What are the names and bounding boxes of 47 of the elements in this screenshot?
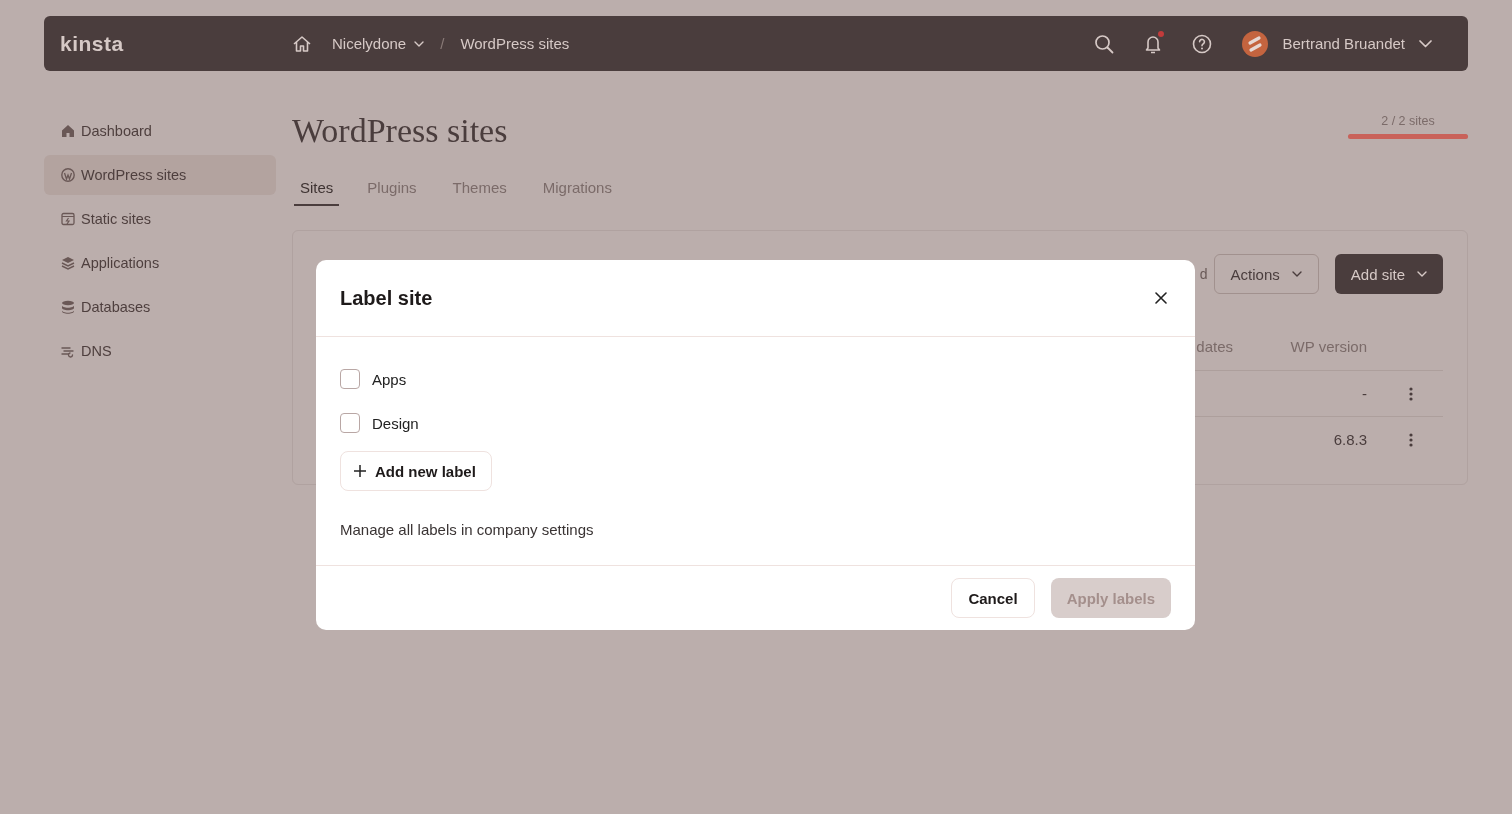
home-icon bbox=[61, 124, 75, 138]
checkbox[interactable] bbox=[340, 369, 360, 389]
search-icon[interactable] bbox=[1094, 33, 1115, 54]
wordpress-icon bbox=[61, 168, 75, 182]
column-header: dates bbox=[1196, 337, 1233, 355]
cancel-button[interactable]: Cancel bbox=[951, 578, 1035, 618]
breadcrumb-separator: / bbox=[440, 35, 445, 52]
checkbox-label: Design bbox=[372, 414, 419, 432]
chevron-down-icon bbox=[1419, 39, 1432, 48]
avatar-icon bbox=[1242, 30, 1269, 57]
tab[interactable]: Sites bbox=[294, 173, 340, 206]
dialog-title: Label site bbox=[340, 286, 433, 310]
close-icon[interactable] bbox=[1155, 292, 1167, 304]
plus-icon bbox=[354, 465, 366, 477]
site-count: 2 / 2 sites bbox=[1381, 114, 1435, 128]
sidebar-item[interactable]: Applications bbox=[44, 243, 276, 283]
home-icon[interactable] bbox=[292, 34, 312, 53]
tab[interactable]: Migrations bbox=[540, 173, 614, 206]
manage-labels-note: Manage all labels in company settings bbox=[340, 521, 594, 538]
browser-icon bbox=[61, 212, 75, 226]
column-header: WP version bbox=[1289, 337, 1367, 355]
kebab-menu-icon[interactable] bbox=[1409, 386, 1413, 401]
caret-icon bbox=[1291, 271, 1302, 277]
layers-icon bbox=[61, 256, 75, 270]
actions-button[interactable]: Actions bbox=[1213, 254, 1319, 294]
database-icon bbox=[61, 300, 75, 314]
sidebar-item[interactable]: DNS bbox=[44, 331, 276, 371]
breadcrumb-link[interactable]: WordPress sites bbox=[460, 35, 570, 52]
page-title: WordPress sites bbox=[292, 111, 508, 151]
sidebar-item[interactable]: Dashboard bbox=[44, 111, 276, 151]
user-menu[interactable]: Bertrand Bruandet bbox=[1242, 30, 1432, 57]
table-cell-text: - bbox=[1361, 385, 1367, 402]
toolbar-text: d bbox=[1199, 266, 1208, 282]
add-new-label-button[interactable]: Add new label bbox=[340, 451, 492, 491]
sidebar-item[interactable]: Databases bbox=[44, 287, 276, 327]
table-cell-text: 6.8.3 bbox=[1332, 431, 1367, 448]
kebab-menu-icon[interactable] bbox=[1409, 432, 1413, 447]
add-site-button[interactable]: Add site bbox=[1334, 254, 1443, 294]
sidebar-item[interactable]: Static sites bbox=[44, 199, 276, 239]
checkbox-label: Apps bbox=[372, 370, 407, 388]
caret-icon bbox=[1417, 271, 1427, 277]
sidebar-item[interactable]: WordPress sites bbox=[44, 155, 276, 195]
logo[interactable]: kinsta bbox=[60, 31, 292, 56]
breadcrumb-link[interactable]: Nicelydone bbox=[332, 35, 425, 52]
checkbox[interactable] bbox=[340, 413, 360, 433]
bell-icon[interactable] bbox=[1144, 33, 1163, 54]
help-icon[interactable] bbox=[1192, 33, 1213, 54]
